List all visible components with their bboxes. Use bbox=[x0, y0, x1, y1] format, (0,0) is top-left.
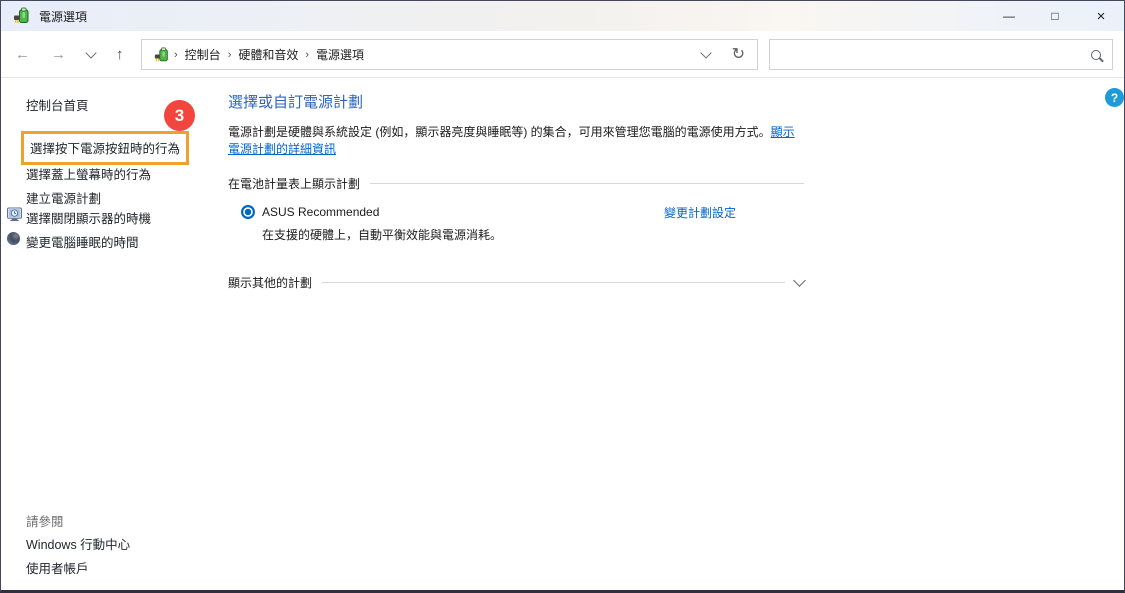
nav-buttons: ← → ↑ bbox=[15, 31, 124, 77]
address-bar[interactable]: › 控制台 › 硬體和音效 › 電源選項 ↻ bbox=[141, 39, 758, 70]
titlebar: 電源選項 — □ × bbox=[1, 1, 1124, 31]
sidebar-link-windows-mobility-center[interactable]: Windows 行動中心 bbox=[26, 534, 130, 553]
chevron-down-icon[interactable] bbox=[793, 274, 806, 287]
intro-paragraph: 電源計劃是硬體與系統設定 (例如，顯示器亮度與睡眠等) 的集合，可用來管理您電腦… bbox=[228, 124, 803, 158]
intro-text: 電源計劃是硬體與系統設定 (例如，顯示器亮度與睡眠等) 的集合，可用來管理您電腦… bbox=[228, 125, 771, 139]
group-divider-line bbox=[322, 282, 785, 283]
main-content: 選擇或自訂電源計劃 電源計劃是硬體與系統設定 (例如，顯示器亮度與睡眠等) 的集… bbox=[228, 91, 804, 291]
sidebar-item-choose-display-off-time[interactable]: 選擇關閉顯示器的時機 bbox=[26, 208, 151, 227]
search-input[interactable] bbox=[781, 47, 1091, 63]
address-dropdown-chevron-icon[interactable] bbox=[700, 47, 711, 58]
help-button[interactable]: ? bbox=[1105, 88, 1124, 107]
breadcrumb-item-hardware-and-sound[interactable]: 硬體和音效 bbox=[238, 46, 298, 63]
additional-plans-label: 顯示其他的計劃 bbox=[228, 274, 312, 291]
plan-name-label[interactable]: ASUS Recommended bbox=[262, 205, 379, 219]
minimize-button[interactable]: — bbox=[986, 1, 1032, 31]
up-button[interactable]: ↑ bbox=[116, 47, 124, 62]
window-controls: — □ × bbox=[986, 1, 1124, 31]
back-button[interactable]: ← bbox=[15, 47, 30, 62]
search-icon[interactable] bbox=[1091, 50, 1101, 60]
search-box[interactable] bbox=[769, 39, 1113, 70]
forward-button[interactable]: → bbox=[51, 47, 66, 62]
window-title: 電源選項 bbox=[39, 8, 87, 25]
see-also-header: 請參閱 bbox=[26, 511, 64, 530]
show-additional-plans-expander[interactable]: 顯示其他的計劃 bbox=[228, 274, 804, 291]
power-plug-battery-icon bbox=[13, 7, 31, 25]
sidebar-item-choose-lid-close-behavior[interactable]: 選擇蓋上螢幕時的行為 bbox=[26, 164, 151, 183]
maximize-button[interactable]: □ bbox=[1032, 1, 1078, 31]
sidebar-link-user-accounts[interactable]: 使用者帳戶 bbox=[26, 558, 89, 577]
plan-description: 在支援的硬體上，自動平衡效能與電源消耗。 bbox=[262, 226, 804, 243]
sidebar-item-change-sleep-time[interactable]: 變更電腦睡眠的時間 bbox=[26, 232, 139, 251]
recent-pages-chevron-icon[interactable] bbox=[85, 47, 96, 58]
close-button[interactable]: × bbox=[1078, 1, 1124, 31]
breadcrumb-item-power-options[interactable]: 電源選項 bbox=[316, 46, 364, 63]
change-plan-settings-link[interactable]: 變更計劃設定 bbox=[664, 204, 736, 221]
breadcrumb-separator: › bbox=[305, 49, 309, 61]
power-plug-battery-icon bbox=[154, 47, 170, 63]
breadcrumb-item-control-panel[interactable]: 控制台 bbox=[185, 46, 221, 63]
breadcrumb-separator: › bbox=[174, 49, 178, 61]
sidebar-item-label: 選擇按下電源按鈕時的行為 bbox=[30, 142, 180, 156]
annotation-badge: 3 bbox=[164, 100, 195, 131]
sidebar-item-choose-power-button-behavior[interactable]: 選擇按下電源按鈕時的行為 bbox=[21, 131, 189, 165]
monitor-clock-icon bbox=[7, 207, 22, 222]
power-options-window: 電源選項 — □ × ← → ↑ › 控制台 › 硬體和音 bbox=[0, 0, 1125, 593]
sidebar-item-create-power-plan[interactable]: 建立電源計劃 bbox=[26, 188, 101, 207]
navigation-toolbar: ← → ↑ › 控制台 › 硬體和音效 › 電源選項 ↻ bbox=[1, 31, 1124, 78]
power-plan-row: ASUS Recommended 變更計劃設定 bbox=[228, 205, 804, 219]
battery-meter-plans-group: 在電池計量表上顯示計劃 bbox=[228, 175, 804, 192]
breadcrumb-separator: › bbox=[228, 49, 232, 61]
plan-radio-selected[interactable] bbox=[241, 205, 255, 219]
sidebar-item-control-panel-home[interactable]: 控制台首頁 bbox=[26, 95, 89, 114]
battery-meter-group-label: 在電池計量表上顯示計劃 bbox=[228, 175, 360, 192]
sidebar-tasks: 控制台首頁 3 選擇按下電源按鈕時的行為 選擇蓋上螢幕時的行為 建立電源計劃 選… bbox=[1, 78, 227, 590]
refresh-icon[interactable]: ↻ bbox=[732, 47, 745, 63]
page-title: 選擇或自訂電源計劃 bbox=[228, 91, 804, 112]
group-divider-line bbox=[370, 183, 804, 184]
sleep-moon-icon bbox=[7, 232, 20, 245]
